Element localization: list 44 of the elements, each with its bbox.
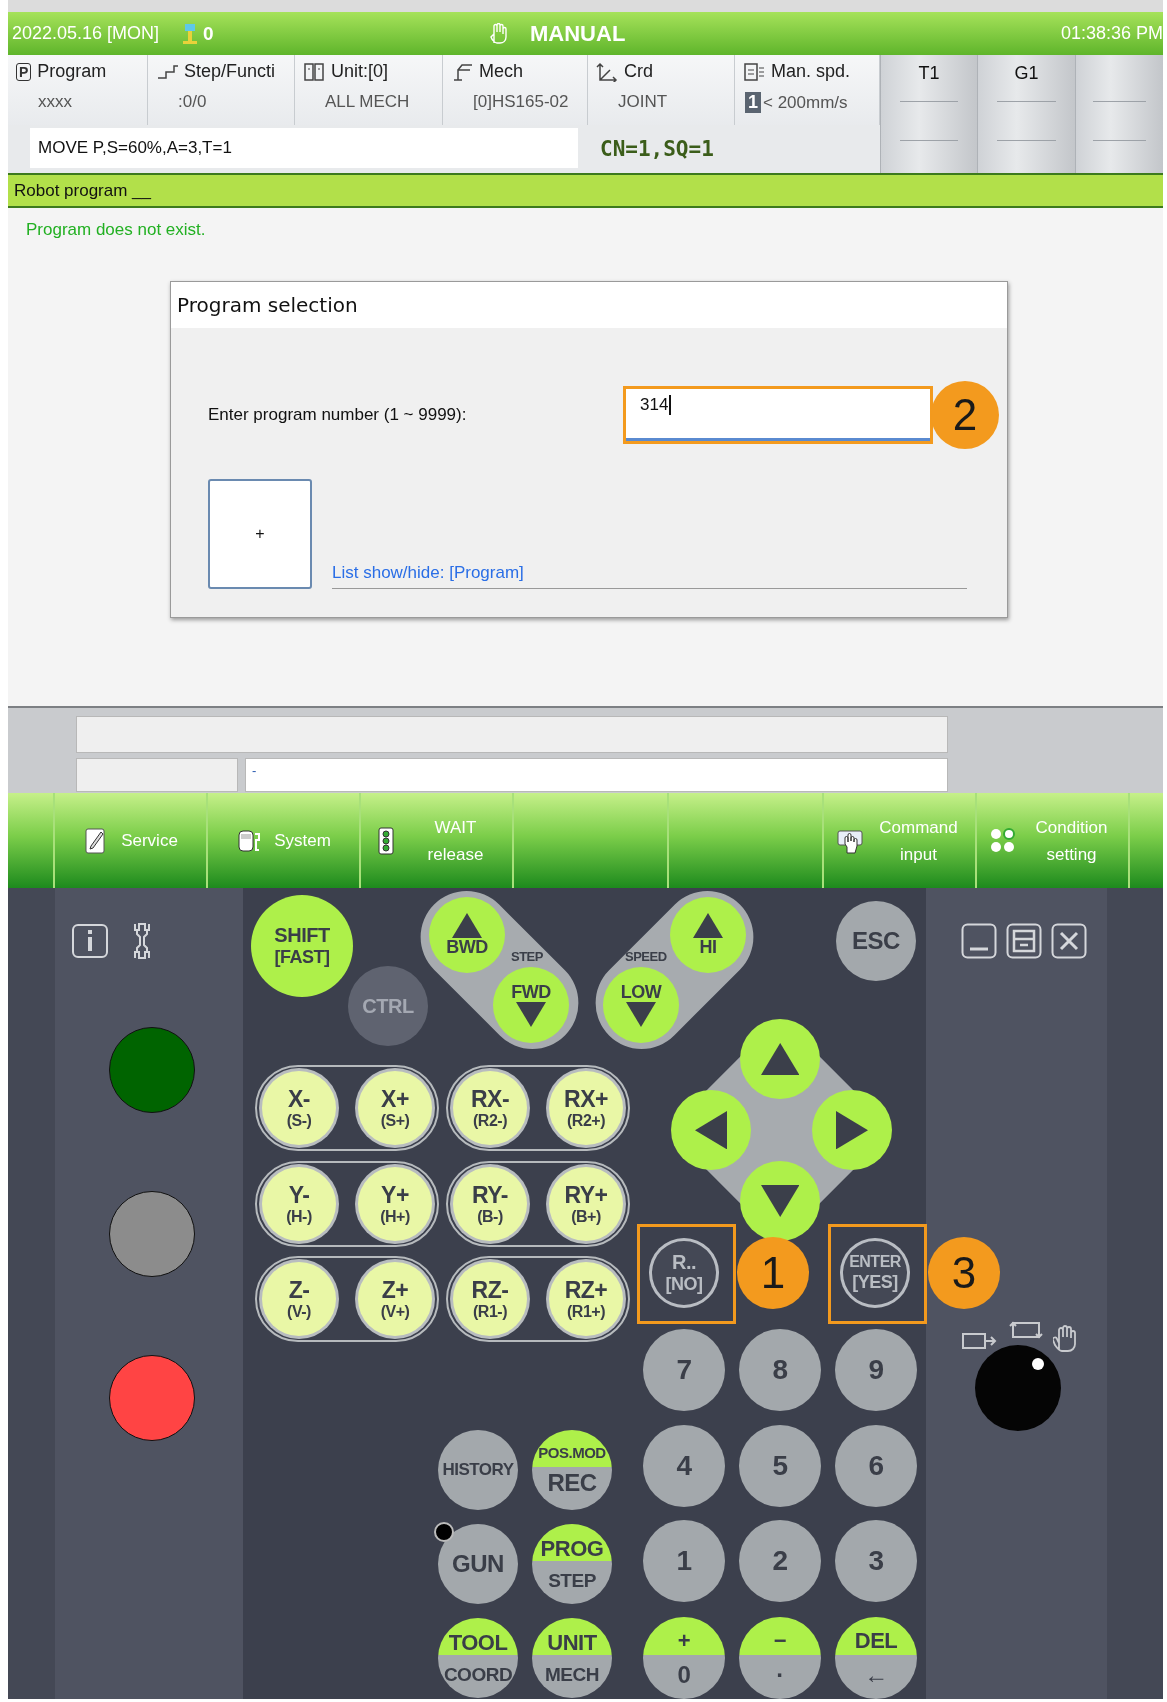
info-label: Program: [37, 61, 107, 82]
keypad-key[interactable]: RY+ (B+): [549, 1167, 623, 1241]
keypad-key[interactable]: Y- (H-): [262, 1167, 336, 1241]
input-field[interactable]: 314: [623, 386, 933, 444]
info-label: Mech: [479, 61, 523, 82]
date-text: 2022.05.16 [MON]: [12, 23, 160, 44]
cluster-label: STEP: [511, 949, 543, 964]
keypad-key[interactable]: RX+ (R2+): [549, 1071, 623, 1145]
info-value: xxxx: [38, 92, 72, 112]
status-message: Program does not exist.: [26, 220, 207, 241]
callout-badge: 2: [931, 381, 999, 449]
clock-text: 01:38:36 PM: [1060, 23, 1163, 44]
program-icon: P: [16, 62, 32, 81]
command-field: MOVE P,S=60%,A=3,T=1: [30, 128, 578, 168]
tool-tab[interactable]: G1: [977, 55, 1075, 173]
info-value: :0/0: [178, 92, 207, 112]
info-label: Unit:[0]: [331, 61, 389, 82]
keypad-key[interactable]: Z- (V-): [262, 1262, 336, 1336]
keypad-key[interactable]: RZ- (R1-): [453, 1262, 527, 1336]
info-value: [0]HS165-02: [473, 92, 569, 112]
mode-text: MANUAL: [530, 20, 626, 47]
sequence-text: CN=1,SQ=1: [600, 137, 714, 161]
info-label: Crd: [624, 61, 653, 82]
keypad-key[interactable]: Y+ (H+): [358, 1167, 432, 1241]
field-label: Enter program number (1 ~ 9999):: [208, 405, 468, 425]
info-value: JOINT: [618, 92, 668, 112]
info-label: Step/Functi: [184, 61, 276, 82]
info-label: Man. spd.: [771, 61, 851, 82]
keypad-key[interactable]: X+ (S+): [358, 1071, 432, 1145]
keypad-key[interactable]: X- (S-): [262, 1071, 336, 1145]
dialog-title: Program selection: [177, 293, 358, 317]
cluster-label: SPEED: [625, 949, 667, 964]
keypad-key[interactable]: RY- (B-): [453, 1167, 527, 1241]
counter-text: 0: [203, 22, 214, 45]
add-button[interactable]: +: [208, 479, 312, 589]
info-value: ALL MECH: [325, 92, 410, 112]
keypad-key[interactable]: RZ+ (R1+): [549, 1262, 623, 1336]
toggle-link[interactable]: List show/hide: [Program]: [332, 563, 524, 582]
section-title: Robot program __: [14, 180, 152, 201]
info-value: < 200mm/s: [763, 92, 848, 113]
keypad-key[interactable]: Z+ (V+): [358, 1262, 432, 1336]
speed-badge: 1: [745, 92, 761, 113]
tool-tab[interactable]: T1: [880, 55, 977, 173]
keypad-key[interactable]: RX- (R2-): [453, 1071, 527, 1145]
